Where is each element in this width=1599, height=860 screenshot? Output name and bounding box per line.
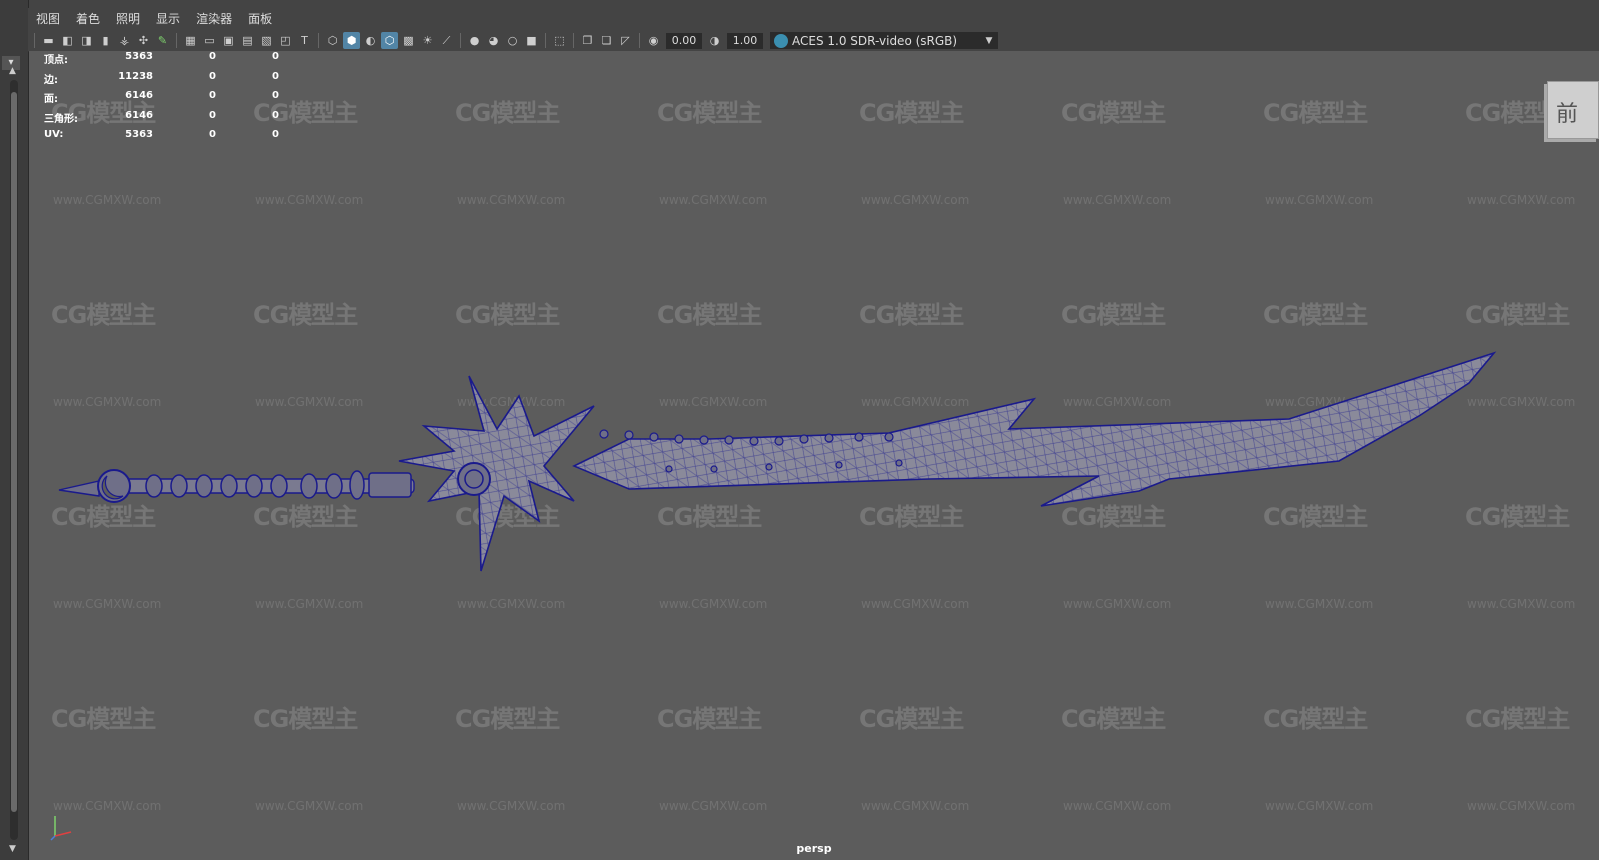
- safe-title-icon[interactable]: T: [296, 32, 313, 49]
- xray-joints-icon[interactable]: ❏: [598, 32, 615, 49]
- grid-icon[interactable]: ▦: [182, 32, 199, 49]
- hud-value: 0: [272, 109, 279, 121]
- menu-lighting[interactable]: 照明: [108, 8, 148, 30]
- hud-row: 三角形: 6146 0 0: [44, 110, 279, 130]
- sword-blade: [572, 351, 1497, 507]
- wireframe-icon[interactable]: ⬡: [324, 32, 341, 49]
- exposure-field[interactable]: 0.00: [666, 32, 702, 49]
- color-space-select[interactable]: ACES 1.0 SDR-video (sRGB) ▼: [770, 32, 998, 49]
- sword-handle: [123, 470, 415, 500]
- hud-row: 边: 11238 0 0: [44, 71, 279, 91]
- sword-guard: [398, 375, 595, 572]
- hud-label: 三角形:: [44, 113, 78, 125]
- use-all-lights-icon[interactable]: ☀: [419, 32, 436, 49]
- menu-renderer[interactable]: 渲染器: [188, 8, 240, 30]
- sword-pommel: [58, 469, 131, 503]
- resolution-gate-icon[interactable]: ▣: [220, 32, 237, 49]
- chevron-down-icon[interactable]: ▼: [980, 36, 998, 46]
- exposure-icon[interactable]: ◉: [645, 32, 662, 49]
- left-tool-strip: ▾ ▲ ▼: [0, 0, 29, 860]
- depth-of-field-icon[interactable]: ■: [523, 32, 540, 49]
- hud-value: 6146: [125, 109, 153, 121]
- camera-attributes-icon[interactable]: ◧: [59, 32, 76, 49]
- panel-menu-bar: 视图 着色 照明 显示 渲染器 面板: [28, 8, 1599, 30]
- view-cube[interactable]: 前: [1547, 81, 1599, 139]
- sword-wireframe-model[interactable]: [29, 51, 1599, 860]
- poly-count-hud: 顶点: 5363 0 0 边: 11238 0 0 面: 6146 0 0 三角形: 6146 0 0 …: [44, 51, 279, 149]
- axis-gizmo-icon: [50, 816, 72, 841]
- menu-view[interactable]: 视图: [28, 8, 68, 30]
- image-plane-icon[interactable]: ⚶: [116, 32, 133, 49]
- side-scrollbar[interactable]: [10, 80, 18, 840]
- hud-value: 0: [272, 70, 279, 82]
- toolbar-separator: [176, 33, 177, 48]
- textured-icon[interactable]: ▩: [400, 32, 417, 49]
- maya-window: ▾ ▲ ▼ 视图 着色 照明 显示 渲染器 面板 ▬ ◧ ◨ ▮ ⚶ ✣ ✎ ▦…: [0, 0, 1599, 860]
- default-material-icon[interactable]: ◐: [362, 32, 379, 49]
- gamma-icon[interactable]: ◑: [706, 32, 723, 49]
- hud-value: 0: [209, 129, 216, 140]
- hud-label: UV:: [44, 129, 64, 140]
- menu-shading[interactable]: 着色: [68, 8, 108, 30]
- hud-label: 边:: [44, 74, 58, 86]
- scroll-up-icon[interactable]: ▲: [9, 66, 16, 76]
- anti-aliasing-icon[interactable]: ○: [504, 32, 521, 49]
- isolate-select-icon[interactable]: ⬚: [551, 32, 568, 49]
- hud-row: UV: 5363 0 0: [44, 129, 279, 149]
- hud-value: 11238: [118, 70, 153, 82]
- hud-value: 6146: [125, 90, 153, 101]
- toolbar-separator: [34, 33, 35, 48]
- camera-lock-icon[interactable]: ◨: [78, 32, 95, 49]
- shadows-icon[interactable]: ⟋: [438, 32, 455, 49]
- toolbar-separator: [573, 33, 574, 48]
- toolbar-separator: [318, 33, 319, 48]
- hud-value: 0: [209, 70, 216, 82]
- hud-value: 0: [209, 51, 216, 62]
- panel-toolbar: ▬ ◧ ◨ ▮ ⚶ ✣ ✎ ▦ ▭ ▣ ▤ ▧ ◰ T ⬡ ⬢ ◐ ⬡ ▩ ☀ …: [28, 30, 1599, 52]
- hud-value: 0: [209, 109, 216, 121]
- viewport-persp[interactable]: CG模型主 www.CGMXW.com CG模型主 www.CGMXW.com CG模型…: [29, 51, 1599, 860]
- gamma-field[interactable]: 1.00: [727, 32, 763, 49]
- hud-value: 0: [272, 51, 279, 62]
- two-d-pan-icon[interactable]: ✣: [135, 32, 152, 49]
- scroll-thumb[interactable]: [11, 92, 17, 812]
- menu-panels[interactable]: 面板: [240, 8, 280, 30]
- color-management-icon[interactable]: [774, 33, 788, 48]
- ambient-occlusion-icon[interactable]: ●: [466, 32, 483, 49]
- hud-value: 5363: [125, 129, 153, 140]
- backface-icon[interactable]: ◸: [617, 32, 634, 49]
- bookmark-icon[interactable]: ▮: [97, 32, 114, 49]
- menu-show[interactable]: 显示: [148, 8, 188, 30]
- view-cube-face-label: 前: [1556, 102, 1579, 127]
- toolbar-separator: [545, 33, 546, 48]
- hud-value: 0: [209, 90, 216, 101]
- camera-name-label: persp: [796, 842, 832, 855]
- field-chart-icon[interactable]: ▧: [258, 32, 275, 49]
- toolbar-separator: [460, 33, 461, 48]
- wireframe-on-shaded-icon[interactable]: ⬡: [381, 32, 398, 49]
- hud-label: 面:: [44, 94, 58, 105]
- scroll-down-icon[interactable]: ▼: [9, 844, 16, 854]
- hud-label: 顶点:: [44, 55, 68, 66]
- toolbar-separator: [639, 33, 640, 48]
- grease-pencil-icon[interactable]: ✎: [154, 32, 171, 49]
- safe-action-icon[interactable]: ◰: [277, 32, 294, 49]
- smooth-shade-icon[interactable]: ⬢: [343, 32, 360, 49]
- motion-blur-icon[interactable]: ◕: [485, 32, 502, 49]
- camera-select-icon[interactable]: ▬: [40, 32, 57, 49]
- hud-row: 面: 6146 0 0: [44, 90, 279, 110]
- hud-value: 0: [272, 129, 279, 140]
- gate-mask-icon[interactable]: ▤: [239, 32, 256, 49]
- hud-value: 5363: [125, 51, 153, 62]
- film-gate-icon[interactable]: ▭: [201, 32, 218, 49]
- xray-icon[interactable]: ❐: [579, 32, 596, 49]
- hud-row: 顶点: 5363 0 0: [44, 51, 279, 71]
- hud-value: 0: [272, 90, 279, 101]
- color-space-label: ACES 1.0 SDR-video (sRGB): [792, 33, 958, 48]
